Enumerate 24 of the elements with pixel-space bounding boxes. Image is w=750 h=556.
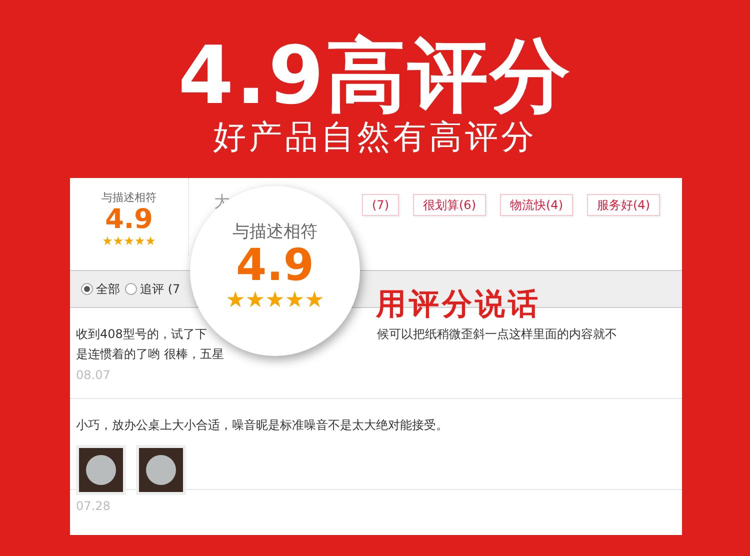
rating-stars: ★★★★★ <box>226 290 324 312</box>
review-tag[interactable]: 很划算(6) <box>413 194 486 216</box>
rating-score: 4.9 <box>105 205 153 235</box>
radio-button[interactable] <box>125 283 137 295</box>
review-tag[interactable]: (7) <box>362 194 399 216</box>
rating-label: 与描述相符 <box>102 190 156 205</box>
review-text: 小巧，放办公桌上大小合适，噪音昵是标准噪音不是太大绝对能接受。 <box>76 417 448 434</box>
review-tag[interactable]: 服务好(4) <box>587 194 660 216</box>
subtitle: 好产品自然有高评分 <box>213 120 537 153</box>
photo-placeholder[interactable] <box>136 445 186 495</box>
filter-label: 全部 <box>96 280 120 298</box>
photo-placeholder[interactable] <box>76 445 126 495</box>
filter-label: 追评 (7 <box>140 280 180 298</box>
radio-button[interactable] <box>81 283 93 295</box>
callout-text: 用评分说话 <box>376 286 541 324</box>
rating-label: 与描述相符 <box>232 221 318 244</box>
review-text: 是连惯着的了哟 很棒，五星 <box>76 346 224 363</box>
review-date: 08.07 <box>76 368 112 382</box>
review-text: 收到408型号的，试了下 <box>76 326 207 343</box>
review-tag[interactable]: 物流快(4) <box>500 194 573 216</box>
review-date: 07.28 <box>76 499 112 513</box>
review-text: 候可以把纸稍微歪斜一点这样里面的内容就不 <box>376 326 617 343</box>
rating-score: 4.9 <box>236 243 314 290</box>
rating-stars: ★★★★★ <box>102 234 156 247</box>
